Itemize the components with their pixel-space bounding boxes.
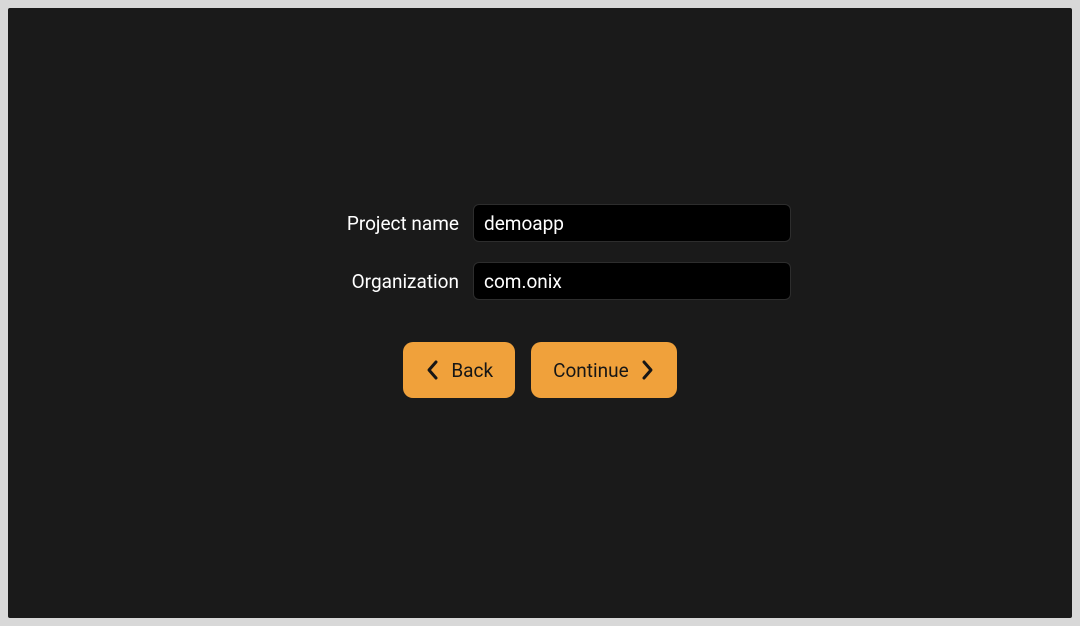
organization-label: Organization xyxy=(289,270,459,293)
wizard-panel: Project name Organization Back Continue xyxy=(8,8,1072,618)
organization-row: Organization xyxy=(289,262,791,300)
project-name-input[interactable] xyxy=(473,204,791,242)
project-name-label: Project name xyxy=(289,212,459,235)
organization-input[interactable] xyxy=(473,262,791,300)
chevron-left-icon xyxy=(425,359,441,381)
project-form: Project name Organization xyxy=(8,204,1072,320)
back-button[interactable]: Back xyxy=(403,342,515,398)
project-name-row: Project name xyxy=(289,204,791,242)
continue-button[interactable]: Continue xyxy=(531,342,677,398)
continue-button-label: Continue xyxy=(553,359,629,382)
wizard-button-row: Back Continue xyxy=(8,342,1072,398)
chevron-right-icon xyxy=(639,359,655,381)
back-button-label: Back xyxy=(451,359,493,382)
